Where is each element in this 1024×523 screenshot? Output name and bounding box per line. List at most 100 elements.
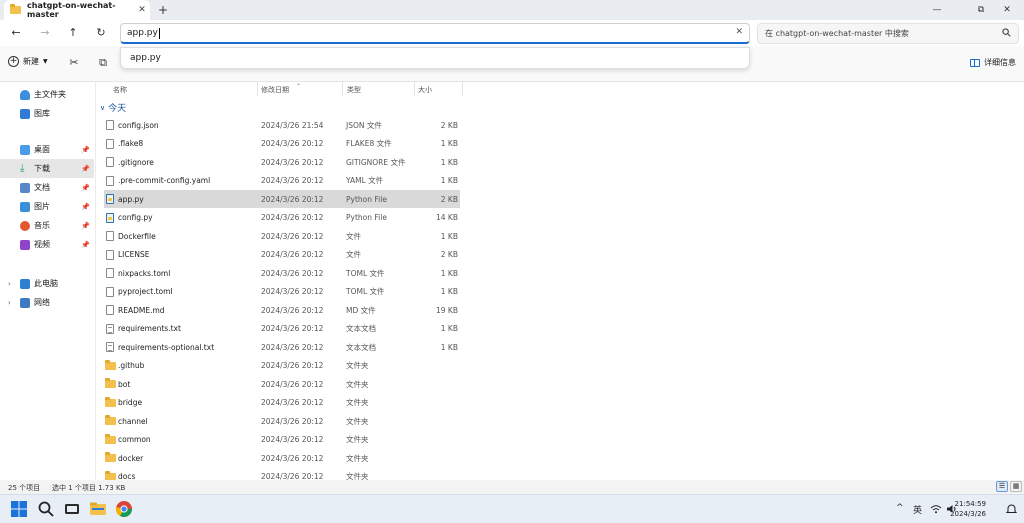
navigation-pane: 主文件夹 图库 桌面 📌 ⤓ 下载 📌 文档 📌 图片 📌 音乐 📌 视频 📌 … [0, 82, 96, 480]
sidebar-item-home[interactable]: 主文件夹 [0, 85, 94, 104]
file-date: 2024/3/26 20:12 [261, 176, 324, 185]
file-row[interactable]: nixpacks.toml 2024/3/26 20:12 TOML 文件 1 KB [104, 264, 460, 282]
new-tab-button[interactable]: + [156, 3, 170, 17]
file-size: 2 KB [440, 194, 458, 204]
chevron-right-icon[interactable]: › [8, 299, 11, 307]
file-row[interactable]: README.md 2024/3/26 20:12 MD 文件 19 KB [104, 301, 460, 319]
tiles-view-icon[interactable]: ▦ [1010, 481, 1022, 492]
pictures-icon [20, 201, 30, 212]
folder-icon [105, 452, 116, 462]
forward-button[interactable]: → [36, 24, 54, 42]
folder-icon [105, 415, 116, 425]
file-row[interactable]: bridge 2024/3/26 20:12 文件夹 [104, 394, 460, 412]
chrome-icon[interactable] [115, 500, 133, 518]
wifi-icon[interactable] [930, 504, 942, 514]
column-name[interactable]: 名称 [113, 85, 127, 96]
file-row[interactable]: .pre-commit-config.yaml 2024/3/26 20:12 YA… [104, 172, 460, 190]
notification-bell-icon[interactable] [1006, 504, 1017, 514]
address-suggestion-item[interactable]: app.py [120, 47, 750, 69]
file-row[interactable]: app.py 2024/3/26 20:12 Python File 2 KB [104, 190, 460, 208]
address-clear-button[interactable]: ✕ [735, 27, 743, 37]
network-icon [20, 297, 30, 308]
sidebar-item-label: 音乐 [34, 221, 50, 230]
file-date: 2024/3/26 20:12 [261, 268, 324, 278]
group-header-today[interactable]: ∨ 今天 [100, 101, 126, 115]
close-button[interactable]: ✕ [990, 0, 1024, 20]
file-row[interactable]: common 2024/3/26 20:12 文件夹 [104, 431, 460, 449]
column-size[interactable]: 大小 [418, 85, 432, 96]
text-caret [158, 27, 160, 39]
up-button[interactable]: ↑ [64, 24, 82, 42]
sort-chevron-icon: ⌄ [296, 80, 302, 87]
windows-start-icon[interactable] [10, 500, 28, 518]
column-divider[interactable] [462, 82, 463, 96]
sidebar-item-network[interactable]: › 网络 [0, 293, 94, 312]
file-row[interactable]: requirements-optional.txt 2024/3/26 20:12… [104, 338, 460, 356]
file-row[interactable]: requirements.txt 2024/3/26 20:12 文本文档 1 KB [104, 320, 460, 338]
chevron-right-icon[interactable]: › [8, 280, 11, 288]
tab-chatgpt-on-wechat-master[interactable]: chatgpt-on-wechat-master ✕ [4, 0, 150, 20]
selection-info: 选中 1 个项目 1.73 KB [52, 484, 126, 492]
details-button[interactable]: 详细信息 [970, 57, 1016, 68]
refresh-button[interactable]: ↻ [92, 24, 110, 42]
details-button-label: 详细信息 [984, 58, 1016, 67]
copy-icon[interactable]: ⧉ [96, 56, 110, 70]
file-row[interactable]: .gitignore 2024/3/26 20:12 GITIGNORE 文件 1 K… [104, 153, 460, 171]
column-date[interactable]: 修改日期 [261, 85, 289, 96]
file-row[interactable]: pyproject.toml 2024/3/26 20:12 TOML 文件 1 KB [104, 283, 460, 301]
file-row[interactable]: bot 2024/3/26 20:12 文件夹 [104, 375, 460, 393]
sidebar-item-downloads[interactable]: ⤓ 下载 📌 [0, 159, 94, 178]
file-date: 2024/3/26 20:12 [261, 324, 324, 333]
file-type: Python File [346, 213, 387, 222]
task-view-icon[interactable] [63, 500, 81, 518]
file-date: 2024/3/26 20:12 [261, 157, 324, 167]
file-row[interactable]: .github 2024/3/26 20:12 文件夹 [104, 357, 460, 375]
tray-chevron-up-icon[interactable]: ^ [896, 503, 904, 513]
file-row[interactable]: .flake8 2024/3/26 20:12 FLAKE8 文件 1 KB [104, 135, 460, 153]
chevron-down-icon: ▼ [43, 58, 48, 65]
file-date: 2024/3/26 20:12 [261, 194, 324, 204]
cut-icon[interactable]: ✂ [67, 56, 81, 70]
sidebar-item-videos[interactable]: 视频 📌 [0, 235, 94, 254]
column-type[interactable]: 类型 [347, 85, 361, 96]
file-size: 1 KB [440, 342, 458, 352]
file-explorer-icon[interactable] [89, 500, 107, 518]
address-input[interactable]: app.py ✕ [120, 23, 750, 44]
sidebar-item-music[interactable]: 音乐 📌 [0, 216, 94, 235]
sidebar-item-label: 文档 [34, 183, 50, 192]
download-icon: ⤓ [20, 162, 25, 174]
file-row[interactable]: channel 2024/3/26 20:12 文件夹 [104, 412, 460, 430]
sidebar-item-documents[interactable]: 文档 📌 [0, 178, 94, 197]
back-button[interactable]: ← [7, 24, 25, 42]
file-row[interactable]: Dockerfile 2024/3/26 20:12 文件 1 KB [104, 227, 460, 245]
tab-close-button[interactable]: ✕ [134, 5, 150, 15]
ime-indicator[interactable]: 英 [913, 503, 922, 516]
file-date: 2024/3/26 20:12 [261, 435, 324, 444]
sidebar-item-this-pc[interactable]: › 此电脑 [0, 274, 94, 293]
item-count: 25 个项目 [8, 484, 41, 492]
sidebar-item-desktop[interactable]: 桌面 📌 [0, 140, 94, 159]
suggestion-label: app.py [130, 53, 161, 63]
details-view-icon[interactable]: ☰ [996, 481, 1008, 492]
search-icon[interactable] [37, 500, 55, 518]
file-icon [106, 268, 114, 278]
clock-date: 2024/3/26 [950, 510, 986, 518]
system-clock[interactable]: 21:54:59 2024/3/26 [950, 499, 986, 519]
minimize-button[interactable]: — [920, 0, 954, 20]
file-row[interactable]: docker 2024/3/26 20:12 文件夹 [104, 449, 460, 467]
folder-icon [10, 4, 21, 14]
folder-icon [105, 433, 116, 444]
column-divider[interactable] [414, 82, 415, 96]
search-input[interactable]: 在 chatgpt-on-wechat-master 中搜索 [757, 23, 1019, 44]
sidebar-item-pictures[interactable]: 图片 📌 [0, 197, 94, 216]
new-button[interactable]: + 新建 ▼ [8, 56, 48, 67]
file-date: 2024/3/26 20:12 [261, 305, 324, 315]
column-divider[interactable] [342, 82, 343, 96]
sidebar-item-gallery[interactable]: 图库 [0, 104, 94, 123]
file-row[interactable]: config.json 2024/3/26 21:54 JSON 文件 2 KB [104, 116, 460, 134]
file-name: .flake8 [118, 139, 144, 148]
file-icon [106, 305, 114, 315]
column-divider[interactable] [257, 82, 258, 96]
file-row[interactable]: config.py 2024/3/26 20:12 Python File 14 KB [104, 209, 460, 227]
file-row[interactable]: LICENSE 2024/3/26 20:12 文件 2 KB [104, 246, 460, 264]
